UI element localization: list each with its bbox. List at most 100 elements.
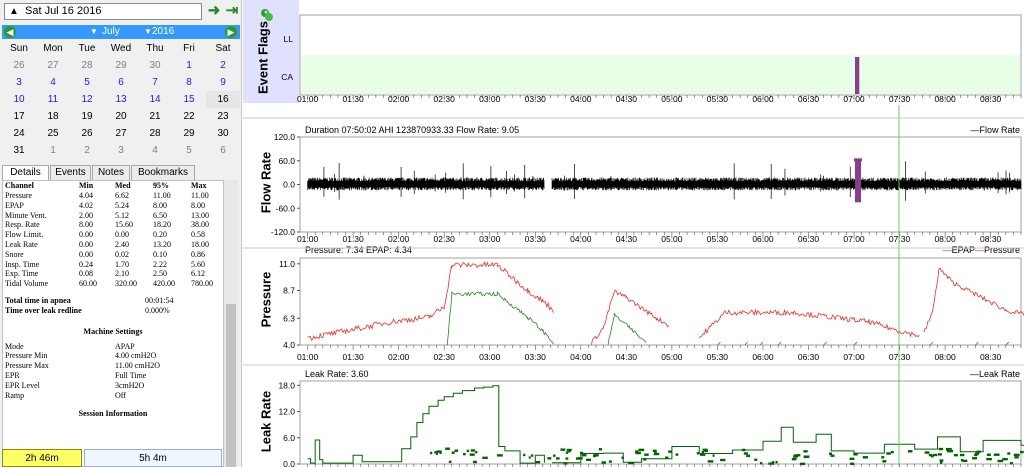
summary-row: Total time in apnea 00:01:54: [3, 296, 223, 306]
graphs-svg[interactable]: 01:00 01:30 02:00 02:30 03:00 03:30 04:00 04:30…: [243, 0, 1024, 467]
leak-burst: [799, 462, 806, 466]
year-dropdown-arrow-icon[interactable]: ▼: [144, 25, 152, 39]
calendar-day[interactable]: 30: [138, 57, 172, 74]
x-tick-label: 06:30: [798, 234, 820, 244]
calendar-day[interactable]: 28: [70, 57, 104, 74]
details-pane: Channel Min Med 95% Max Pressure 4.04 6.62…: [2, 180, 224, 467]
calendar-day[interactable]: 2: [70, 142, 104, 159]
calendar-day[interactable]: 29: [104, 57, 138, 74]
calendar-day-selected[interactable]: 16: [206, 91, 240, 108]
arrow-right-icon[interactable]: ➜: [206, 3, 222, 19]
calendar-day[interactable]: 29: [172, 125, 206, 142]
leak-burst: [850, 462, 855, 466]
session-info-title: Session Information: [78, 409, 148, 419]
table-cell: 2.10: [115, 269, 129, 279]
calendar-day[interactable]: 6: [206, 142, 240, 159]
summary-table: Total time in apnea 00:01:54 Time over lea…: [3, 296, 223, 316]
calendar-day[interactable]: 23: [206, 108, 240, 125]
leak-burst: [701, 451, 705, 454]
details-scrollbar[interactable]: [224, 180, 238, 467]
leak-burst: [959, 453, 965, 457]
session-1-button[interactable]: 2h 46m: [2, 449, 82, 467]
calendar-day[interactable]: 26: [2, 57, 36, 74]
setting-row: Pressure Max 11.00 cmH2O: [3, 361, 223, 371]
y-tick-label: -60.0: [276, 203, 296, 213]
leak-burst: [547, 457, 552, 460]
tab-details[interactable]: Details: [2, 165, 49, 181]
calendar-day[interactable]: 4: [36, 74, 70, 91]
calendar-day[interactable]: 5: [172, 142, 206, 159]
flag-row-label: CA: [281, 72, 293, 82]
tab-notes[interactable]: Notes: [92, 165, 130, 180]
calendar-day[interactable]: 25: [36, 125, 70, 142]
x-tick-label: 06:30: [798, 94, 820, 104]
calendar-day[interactable]: 21: [138, 108, 172, 125]
calendar-day[interactable]: 14: [138, 91, 172, 108]
table-cell: 6.62: [115, 191, 129, 200]
calendar-day[interactable]: 27: [36, 57, 70, 74]
calendar-day[interactable]: 10: [2, 91, 36, 108]
leak-burst: [535, 460, 541, 464]
calendar-day[interactable]: 27: [104, 125, 138, 142]
calendar-day[interactable]: 31: [2, 142, 36, 159]
calendar-day[interactable]: 2: [206, 57, 240, 74]
calendar-day[interactable]: 13: [104, 91, 138, 108]
calendar-day[interactable]: 1: [172, 57, 206, 74]
leak-burst: [746, 454, 751, 458]
calendar-day[interactable]: 8: [172, 74, 206, 91]
calendar-day[interactable]: 15: [172, 91, 206, 108]
calendar-header: ◀ ▼ July ▼ 2016 ▶: [2, 25, 240, 39]
leak-burst: [563, 462, 568, 465]
table-cell: Flow Limit.: [5, 230, 44, 240]
leak-burst: [862, 456, 869, 459]
calendar-day[interactable]: 9: [206, 74, 240, 91]
calendar-day[interactable]: 19: [70, 108, 104, 125]
x-tick-label: 02:00: [388, 234, 410, 244]
leak-burst: [523, 453, 526, 457]
calendar-day[interactable]: 7: [138, 74, 172, 91]
calendar-day[interactable]: 28: [138, 125, 172, 142]
x-tick-label: 08:00: [934, 352, 956, 362]
calendar-day[interactable]: 5: [70, 74, 104, 91]
table-cell: 0.08: [79, 269, 93, 279]
calendar-day[interactable]: 4: [138, 142, 172, 159]
calendar-day[interactable]: 3: [2, 74, 36, 91]
year-label[interactable]: 2016: [152, 25, 174, 39]
tab-events[interactable]: Events: [50, 165, 91, 180]
epap-series: [446, 291, 554, 346]
next-month-icon[interactable]: ▶: [225, 26, 237, 38]
x-tick-label: 03:30: [525, 352, 547, 362]
calendar-day[interactable]: 6: [104, 74, 138, 91]
setting-row: Mode APAP: [3, 342, 223, 352]
leak-rate-series: [307, 385, 545, 464]
leak-burst: [975, 452, 980, 455]
calendar-day[interactable]: 12: [70, 91, 104, 108]
date-dropdown[interactable]: ▲ Sat Jul 16 2016: [4, 3, 202, 20]
session-2-button[interactable]: 5h 4m: [84, 449, 222, 467]
leak-burst: [986, 453, 991, 456]
calendar-day[interactable]: 26: [70, 125, 104, 142]
scrollbar-thumb[interactable]: [226, 304, 236, 467]
month-dropdown-arrow-icon[interactable]: ▼: [90, 25, 98, 39]
flow-event-marker: [857, 159, 859, 203]
jump-to-last-icon[interactable]: ⇥: [224, 3, 240, 19]
weekday-label: Sun: [10, 43, 28, 54]
calendar-day[interactable]: 17: [2, 108, 36, 125]
calendar-day[interactable]: 30: [206, 125, 240, 142]
calendar-day[interactable]: 18: [36, 108, 70, 125]
x-tick-label: 06:00: [752, 94, 774, 104]
calendar-day[interactable]: 20: [104, 108, 138, 125]
prev-month-icon[interactable]: ◀: [4, 26, 16, 38]
tab-bookmarks[interactable]: Bookmarks: [131, 165, 195, 180]
calendar-day[interactable]: 22: [172, 108, 206, 125]
calendar-day[interactable]: 11: [36, 91, 70, 108]
calendar-day[interactable]: 1: [36, 142, 70, 159]
calendar-day[interactable]: 3: [104, 142, 138, 159]
setting-row: EPR Level 3cmH2O: [3, 381, 223, 391]
leak-burst: [1002, 457, 1008, 461]
leak-burst: [972, 457, 978, 460]
calendar-day[interactable]: 24: [2, 125, 36, 142]
month-label[interactable]: July: [102, 25, 120, 39]
leak-burst: [886, 452, 891, 455]
pressure-series: [591, 289, 670, 345]
